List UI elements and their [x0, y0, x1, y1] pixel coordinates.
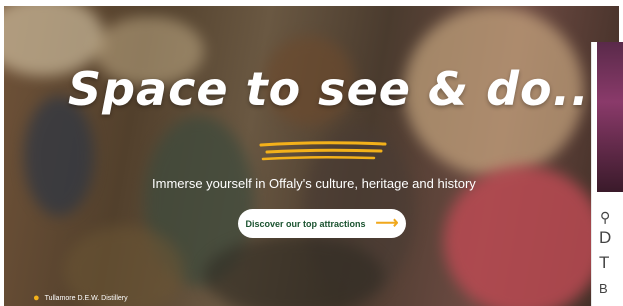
location-pin-icon: ⚲ [600, 210, 611, 226]
discover-attractions-label: Discover our top attractions [245, 218, 366, 229]
map-pin-icon: ● [33, 292, 40, 304]
photo-location-caption: ● Tullamore D.E.W. Distillery [33, 292, 128, 304]
card-title-fragment-2: T [599, 253, 610, 272]
page: Space to see & do... Immerse yourself in… [0, 0, 623, 306]
card-title-fragment: D [599, 228, 612, 247]
hero-subtitle: Immerse yourself in Offaly's culture, he… [152, 176, 476, 191]
attraction-card-image [597, 42, 623, 192]
discover-attractions-button[interactable]: Discover our top attractions ⟶ [238, 209, 406, 238]
arrow-right-icon: ⟶ [375, 214, 399, 232]
card-meta-fragment: B [599, 281, 608, 296]
photo-location-label: Tullamore D.E.W. Distillery [44, 294, 128, 302]
hero-banner: Space to see & do... Immerse yourself in… [4, 6, 619, 306]
decorative-strokes-icon [259, 141, 387, 161]
hero-title: Space to see & do... [68, 62, 609, 116]
attraction-card-peek[interactable]: ⚲ D T B [591, 42, 623, 306]
